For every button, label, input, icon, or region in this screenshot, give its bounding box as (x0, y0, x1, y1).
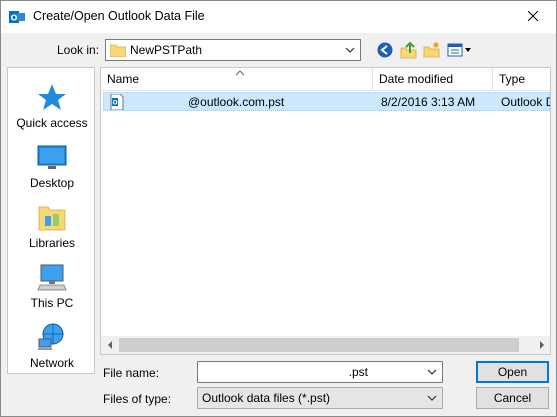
place-label: Quick access (16, 116, 88, 130)
chevron-left-icon (107, 341, 112, 349)
back-button[interactable] (375, 40, 395, 60)
places-bar: Quick access Desktop Libraries This PC N… (7, 67, 95, 374)
file-name-input[interactable]: .pst (197, 361, 443, 383)
libraries-icon (36, 202, 68, 232)
files-of-type-label: Files of type: (103, 392, 172, 406)
place-desktop[interactable]: Desktop (8, 136, 96, 194)
column-header-name[interactable]: Name (101, 68, 373, 91)
cancel-button[interactable]: Cancel (476, 387, 549, 409)
column-header-type[interactable]: Type (493, 68, 550, 91)
view-menu-icon (447, 43, 471, 57)
place-libraries[interactable]: Libraries (8, 196, 96, 254)
new-folder-icon (423, 42, 440, 58)
svg-text:O: O (112, 100, 117, 107)
computer-icon (36, 262, 68, 292)
create-new-folder-button[interactable] (422, 40, 442, 60)
open-button[interactable]: Open (476, 361, 549, 383)
network-icon (36, 322, 68, 352)
file-name-label: File name: (103, 366, 160, 380)
place-label: Libraries (28, 236, 76, 250)
create-open-outlook-data-file-dialog: O Create/Open Outlook Data File Look in:… (0, 0, 557, 417)
file-name-value: .pst (348, 365, 368, 379)
file-name-cell: @outlook.com.pst (188, 95, 285, 109)
place-quick-access[interactable]: Quick access (8, 76, 96, 134)
file-date-cell: 8/2/2016 3:13 AM (381, 95, 476, 109)
chevron-down-icon[interactable] (424, 364, 440, 380)
back-icon (377, 42, 393, 58)
folder-icon (109, 43, 127, 58)
place-label: Network (29, 356, 74, 370)
horizontal-scrollbar[interactable] (100, 336, 551, 355)
scroll-right-button[interactable] (533, 336, 550, 354)
file-type-cell: Outlook D (501, 95, 551, 109)
pst-file-icon: O (110, 93, 124, 111)
close-button[interactable] (510, 1, 556, 31)
column-header-date-modified[interactable]: Date modified (373, 68, 493, 91)
look-in-label: Look in: (57, 43, 100, 57)
files-of-type-value: Outlook data files (*.pst) (202, 391, 331, 405)
title-bar: O Create/Open Outlook Data File (1, 1, 556, 33)
table-row[interactable]: O @outlook.com.pst 8/2/2016 3:13 AM Outl… (103, 92, 550, 111)
place-this-pc[interactable]: This PC (8, 256, 96, 314)
up-one-level-button[interactable] (399, 40, 419, 60)
view-menu-button[interactable] (447, 40, 473, 60)
place-network[interactable]: Network (8, 316, 96, 374)
look-in-dropdown[interactable]: NewPSTPath (105, 39, 361, 61)
place-label: This PC (30, 296, 74, 310)
chevron-down-icon[interactable] (424, 390, 440, 406)
chevron-right-icon (539, 341, 544, 349)
scroll-left-button[interactable] (101, 336, 118, 354)
desktop-icon (36, 142, 68, 172)
files-of-type-dropdown[interactable]: Outlook data files (*.pst) (197, 387, 443, 409)
column-header-row: Name Date modified Type (101, 68, 550, 91)
scrollbar-thumb[interactable] (119, 338, 519, 352)
svg-text:O: O (11, 14, 18, 23)
up-folder-icon (400, 41, 417, 59)
window-title: Create/Open Outlook Data File (33, 9, 205, 23)
chevron-down-icon[interactable] (342, 42, 358, 58)
look-in-value: NewPSTPath (130, 43, 203, 57)
file-list[interactable]: Name Date modified Type O @outlook.com.p… (100, 67, 551, 355)
outlook-icon: O (9, 9, 25, 25)
place-label: Desktop (29, 176, 75, 190)
star-icon (36, 82, 68, 112)
close-icon (528, 11, 538, 21)
